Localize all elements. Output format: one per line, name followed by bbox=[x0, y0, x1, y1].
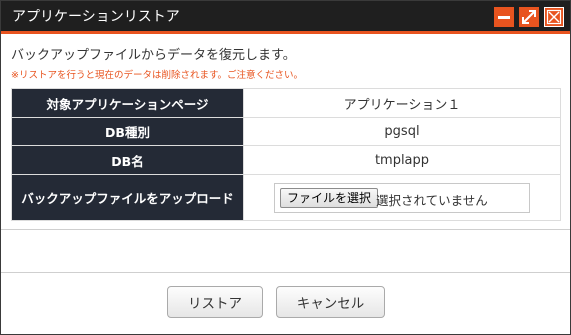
choose-file-button[interactable]: ファイルを選択 bbox=[280, 187, 379, 208]
divider bbox=[1, 272, 570, 273]
table-row: バックアップファイルをアップロード ファイルを選択 選択されていません bbox=[11, 174, 561, 221]
db-name-value: tmplapp bbox=[243, 145, 561, 175]
dialog-title: アプリケーションリストア bbox=[12, 9, 180, 25]
target-app-label: 対象アプリケーションページ bbox=[11, 88, 244, 118]
target-app-value: アプリケーション１ bbox=[243, 88, 561, 118]
restore-dialog: アプリケーションリストア バックアップファイルからデータを復元します。 ※リスト… bbox=[0, 0, 571, 335]
upload-label: バックアップファイルをアップロード bbox=[11, 174, 244, 221]
upload-cell: ファイルを選択 選択されていません bbox=[243, 174, 561, 221]
restore-info-table: 対象アプリケーションページ アプリケーション１ DB種別 pgsql DB名 t… bbox=[11, 88, 561, 221]
table-row: 対象アプリケーションページ アプリケーション１ bbox=[11, 88, 561, 118]
warning-text: ※リストアを行うと現在のデータは削除されます。ご注意ください。 bbox=[11, 70, 304, 81]
close-icon bbox=[546, 9, 562, 25]
table-row: DB種別 pgsql bbox=[11, 117, 561, 146]
maximize-button[interactable] bbox=[519, 7, 539, 27]
db-name-label: DB名 bbox=[11, 145, 244, 175]
dialog-titlebar[interactable]: アプリケーションリストア bbox=[1, 1, 570, 34]
intro-text: バックアップファイルからデータを復元します。 bbox=[11, 48, 296, 63]
maximize-icon bbox=[522, 10, 536, 24]
db-type-value: pgsql bbox=[243, 117, 561, 146]
divider bbox=[1, 229, 570, 230]
file-status-text: 選択されていません bbox=[376, 192, 488, 208]
cancel-button[interactable]: キャンセル bbox=[276, 286, 385, 318]
minimize-icon bbox=[498, 16, 510, 19]
table-row: DB名 tmplapp bbox=[11, 145, 561, 175]
close-button[interactable] bbox=[544, 7, 564, 27]
restore-button[interactable]: リストア bbox=[167, 286, 263, 318]
file-input[interactable]: ファイルを選択 選択されていません bbox=[274, 182, 530, 213]
minimize-button[interactable] bbox=[494, 7, 514, 27]
db-type-label: DB種別 bbox=[11, 117, 244, 146]
